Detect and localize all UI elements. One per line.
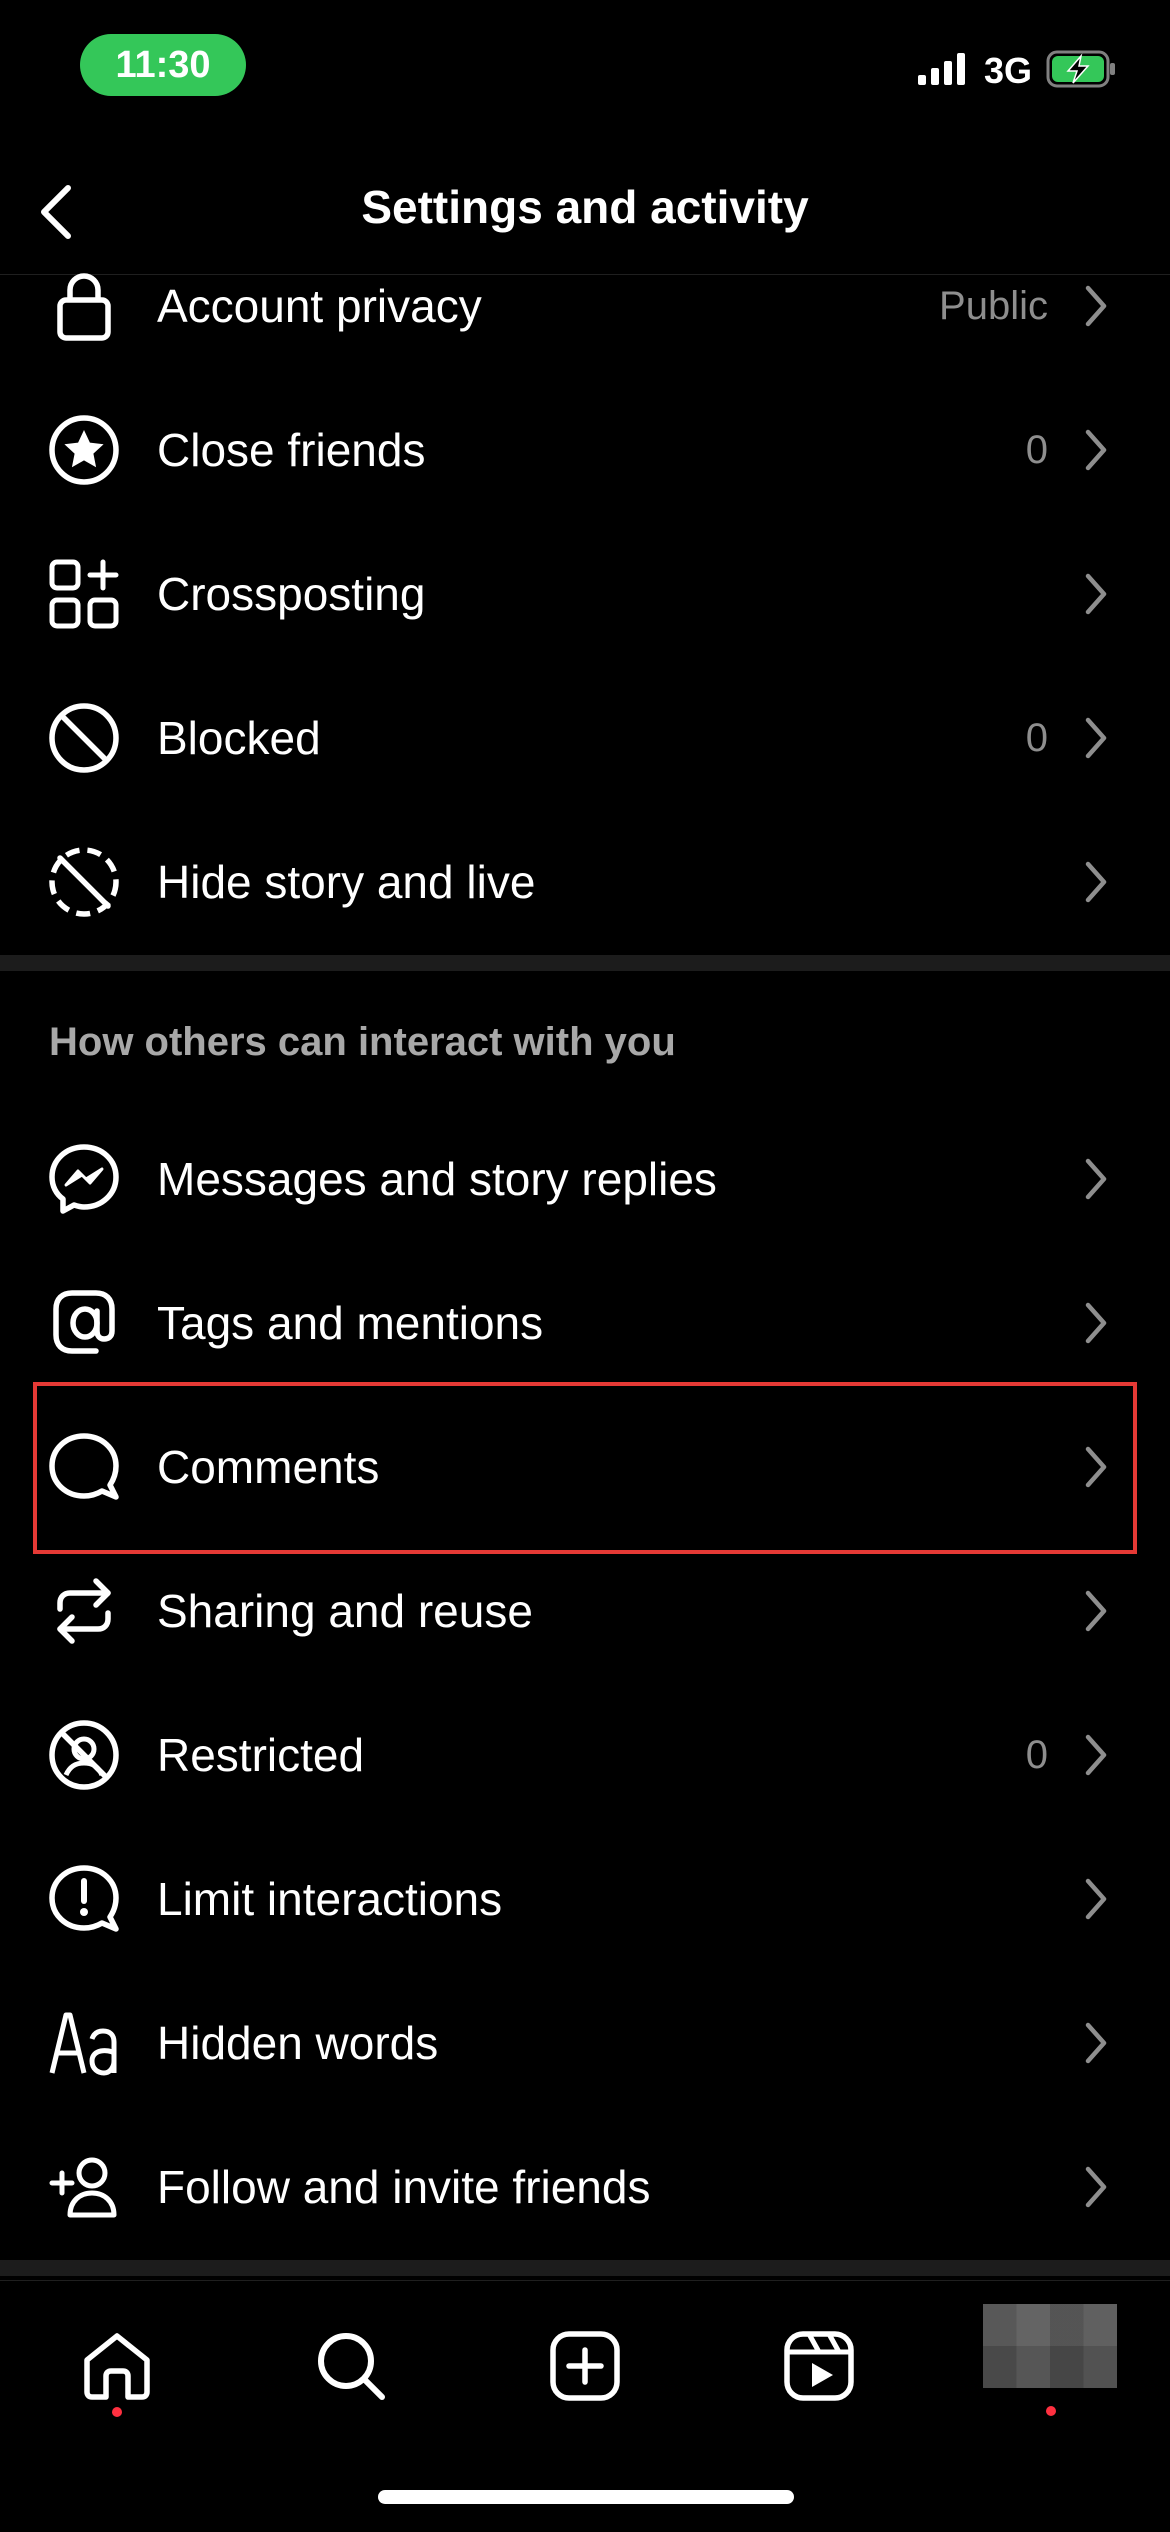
at-sign-icon bbox=[46, 1285, 122, 1361]
row-label: Follow and invite friends bbox=[157, 2161, 651, 2213]
block-icon bbox=[46, 700, 122, 776]
chevron-right-icon bbox=[1076, 1729, 1116, 1781]
alert-bubble-icon bbox=[46, 1861, 122, 1937]
chevron-right-icon bbox=[1076, 280, 1116, 332]
highlight-box bbox=[33, 1382, 1137, 1554]
chevron-right-icon bbox=[1076, 1297, 1116, 1349]
chevron-right-icon bbox=[1076, 2017, 1116, 2069]
chevron-right-icon bbox=[1076, 1873, 1116, 1925]
chevron-right-icon bbox=[1076, 1153, 1116, 1205]
star-circle-icon bbox=[46, 412, 122, 488]
row-tags-mentions[interactable]: Tags and mentions bbox=[0, 1251, 1170, 1395]
home-indicator bbox=[378, 2490, 794, 2504]
row-account-privacy[interactable]: Account privacy Public bbox=[0, 234, 1170, 378]
row-limit-interactions[interactable]: Limit interactions bbox=[0, 1827, 1170, 1971]
section-divider bbox=[0, 2260, 1170, 2276]
reels-icon[interactable] bbox=[774, 2321, 864, 2411]
row-value: 0 bbox=[1025, 715, 1048, 760]
row-value: 0 bbox=[1025, 1732, 1048, 1777]
row-hidden-words[interactable]: Hidden words bbox=[0, 1971, 1170, 2115]
row-label: Limit interactions bbox=[157, 1873, 503, 1925]
home-icon[interactable] bbox=[72, 2321, 162, 2411]
row-label: Tags and mentions bbox=[157, 1297, 544, 1349]
row-label: Messages and story replies bbox=[157, 1153, 717, 1205]
row-label: Close friends bbox=[157, 424, 426, 476]
status-bar: 11:30 3G bbox=[0, 0, 1170, 140]
battery-charging-icon bbox=[1046, 50, 1118, 93]
search-icon[interactable] bbox=[306, 2321, 396, 2411]
row-value: 0 bbox=[1025, 427, 1048, 472]
row-label: Account privacy bbox=[157, 280, 482, 332]
row-close-friends[interactable]: Close friends 0 bbox=[0, 378, 1170, 522]
add-person-icon bbox=[46, 2149, 122, 2225]
chevron-right-icon bbox=[1076, 424, 1116, 476]
chevron-right-icon bbox=[1076, 712, 1116, 764]
hide-story-icon bbox=[46, 844, 122, 920]
share-cycle-icon bbox=[46, 1573, 122, 1649]
lock-icon bbox=[46, 268, 122, 344]
page-title: Settings and activity bbox=[361, 181, 809, 233]
row-label: Hide story and live bbox=[157, 856, 536, 908]
row-follow-invite[interactable]: Follow and invite friends bbox=[0, 2115, 1170, 2259]
row-restricted[interactable]: Restricted 0 bbox=[0, 1683, 1170, 1827]
row-label: Blocked bbox=[157, 712, 321, 764]
chevron-right-icon bbox=[1076, 856, 1116, 908]
profile-avatar[interactable] bbox=[983, 2304, 1117, 2388]
chevron-right-icon bbox=[1076, 1585, 1116, 1637]
row-label: Hidden words bbox=[157, 2017, 439, 2069]
chevron-right-icon bbox=[1076, 568, 1116, 620]
row-sharing-reuse[interactable]: Sharing and reuse bbox=[0, 1539, 1170, 1683]
row-label: Crossposting bbox=[157, 568, 426, 620]
row-label: Restricted bbox=[157, 1729, 365, 1781]
chevron-right-icon bbox=[1076, 2161, 1116, 2213]
status-indicators: 3G bbox=[917, 48, 1118, 94]
row-crossposting[interactable]: Crossposting bbox=[0, 522, 1170, 666]
notification-dot bbox=[1046, 2406, 1056, 2416]
status-time: 11:30 bbox=[80, 34, 246, 96]
row-blocked[interactable]: Blocked 0 bbox=[0, 666, 1170, 810]
grid-plus-icon bbox=[46, 556, 122, 632]
row-value: Public bbox=[939, 283, 1048, 328]
notification-dot bbox=[112, 2407, 122, 2417]
row-label: Sharing and reuse bbox=[157, 1585, 533, 1637]
signal-bars-icon bbox=[917, 52, 970, 90]
restricted-icon bbox=[46, 1717, 122, 1793]
create-icon[interactable] bbox=[540, 2321, 630, 2411]
section-title: How others can interact with you bbox=[49, 1020, 676, 1064]
messenger-icon bbox=[46, 1141, 122, 1217]
text-aa-icon bbox=[46, 2005, 122, 2081]
row-messages[interactable]: Messages and story replies bbox=[0, 1107, 1170, 1251]
section-divider bbox=[0, 955, 1170, 971]
row-hide-story[interactable]: Hide story and live bbox=[0, 810, 1170, 954]
network-label: 3G bbox=[983, 50, 1032, 91]
